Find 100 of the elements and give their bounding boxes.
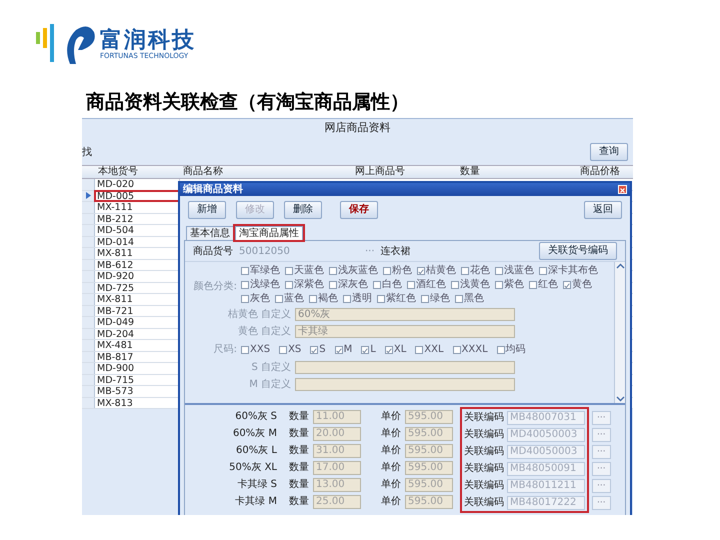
checkbox[interactable]: [241, 266, 249, 274]
input-field[interactable]: 60%灰: [295, 308, 515, 321]
checkbox[interactable]: [529, 280, 537, 288]
checkbox[interactable]: [279, 346, 288, 354]
checkbox[interactable]: [275, 294, 283, 302]
field-value: 50012050: [239, 246, 291, 256]
field-label: 关联编码: [464, 497, 504, 508]
checkbox-label: 粉色: [392, 265, 412, 276]
field-label: 商品货号: [193, 246, 233, 256]
field-label: 关联编码: [464, 480, 504, 491]
checkbox[interactable]: [361, 346, 370, 354]
checkbox-label: 军绿色: [250, 265, 280, 276]
variant-label: 60%灰 M: [232, 428, 277, 439]
input-field[interactable]: 25.00: [313, 494, 361, 508]
back-button[interactable]: 返回: [584, 201, 622, 219]
input-field[interactable]: 卡其绿: [295, 325, 515, 338]
column-header[interactable]: 商品价格: [577, 166, 633, 178]
checkbox[interactable]: [384, 346, 393, 354]
column-header[interactable]: 网上商品号: [352, 166, 457, 178]
input-field[interactable]: MD40050003: [507, 444, 585, 458]
input-field[interactable]: 17.00: [313, 460, 361, 474]
input-field[interactable]: 595.00: [405, 494, 453, 508]
checkbox[interactable]: [383, 266, 391, 274]
checkbox[interactable]: [310, 346, 318, 354]
window-title: 网店商品资料: [324, 121, 390, 134]
input-field[interactable]: 595.00: [405, 444, 453, 458]
input-field[interactable]: [295, 378, 515, 391]
column-header[interactable]: 本地货号: [82, 166, 180, 178]
input-field[interactable]: 13.00: [313, 478, 361, 492]
input-field[interactable]: 11.00: [313, 410, 361, 424]
toolbar-button[interactable]: 保存: [340, 201, 378, 219]
browse-button[interactable]: ···: [592, 444, 611, 458]
checkbox[interactable]: [451, 280, 459, 288]
browse-button[interactable]: ···: [592, 496, 611, 510]
tab[interactable]: 基本信息: [186, 226, 234, 240]
checkbox-label: 黑色: [464, 293, 484, 304]
checkbox-label: 紫红色: [386, 293, 416, 304]
field-label: M 自定义: [248, 379, 292, 390]
field-label: 单价: [381, 428, 401, 439]
checkbox[interactable]: [343, 294, 351, 302]
browse-button[interactable]: ···: [592, 428, 611, 442]
field-label: 单价: [381, 496, 401, 507]
input-field[interactable]: 31.00: [313, 444, 361, 458]
checkbox[interactable]: [495, 266, 503, 274]
checkbox[interactable]: [241, 294, 249, 302]
checkbox[interactable]: [417, 266, 425, 274]
field-label: 关联编码: [464, 429, 504, 440]
input-field[interactable]: MB48017222: [507, 496, 585, 510]
checkbox-label: 绿色: [430, 293, 450, 304]
checkbox[interactable]: [496, 346, 505, 354]
slide-title: 商品资料关联检查（有淘宝商品属性）: [86, 92, 409, 113]
input-field[interactable]: 595.00: [405, 410, 453, 424]
checkbox[interactable]: [455, 294, 463, 302]
checkbox-label: S: [319, 344, 326, 355]
checkbox[interactable]: [241, 280, 249, 288]
checkbox[interactable]: [285, 280, 293, 288]
tab[interactable]: 淘宝商品属性: [235, 226, 303, 240]
field-label: 单价: [381, 445, 401, 456]
checkbox-label: 深紫色: [294, 279, 324, 290]
scrollbar[interactable]: [614, 262, 625, 403]
input-field[interactable]: MB48007031: [507, 410, 585, 424]
checkbox[interactable]: [377, 294, 385, 302]
checkbox[interactable]: [309, 294, 317, 302]
column-header[interactable]: 数量: [457, 166, 577, 178]
checkbox[interactable]: [563, 280, 571, 288]
input-field[interactable]: 20.00: [313, 426, 361, 440]
checkbox[interactable]: [329, 280, 337, 288]
field-label: 数量: [289, 445, 309, 456]
close-button[interactable]: [618, 185, 627, 194]
column-header[interactable]: 商品名称: [180, 166, 352, 178]
checkbox[interactable]: [285, 266, 293, 274]
checkbox[interactable]: [241, 346, 249, 354]
checkbox[interactable]: [461, 266, 469, 274]
toolbar-button[interactable]: 删除: [284, 201, 322, 219]
input-field[interactable]: MD40050003: [507, 428, 585, 442]
link-code-button[interactable]: 关联货号编码: [539, 242, 617, 260]
checkbox[interactable]: [415, 346, 424, 354]
search-button[interactable]: 查询: [590, 143, 628, 161]
input-field[interactable]: 595.00: [405, 478, 453, 492]
checkbox[interactable]: [407, 280, 415, 288]
browse-button[interactable]: ···: [592, 462, 611, 476]
input-field[interactable]: 595.00: [405, 460, 453, 474]
browse-button[interactable]: ···: [592, 410, 611, 424]
checkbox[interactable]: [421, 294, 429, 302]
checkbox[interactable]: [329, 266, 337, 274]
field-label: 关联编码: [464, 412, 504, 423]
checkbox-label: 浅蓝色: [504, 265, 534, 276]
checkbox[interactable]: [539, 266, 547, 274]
ellipsis-text: ···: [365, 246, 375, 256]
checkbox-label: XXS: [250, 344, 270, 355]
input-field[interactable]: MB48011211: [507, 478, 585, 492]
input-field[interactable]: MB48050091: [507, 462, 585, 476]
input-field[interactable]: [295, 361, 515, 374]
checkbox[interactable]: [495, 280, 503, 288]
input-field[interactable]: 595.00: [405, 426, 453, 440]
checkbox[interactable]: [452, 346, 461, 354]
toolbar-button[interactable]: 新增: [188, 201, 226, 219]
browse-button[interactable]: ···: [592, 478, 611, 492]
checkbox[interactable]: [334, 346, 343, 354]
checkbox[interactable]: [373, 280, 381, 288]
